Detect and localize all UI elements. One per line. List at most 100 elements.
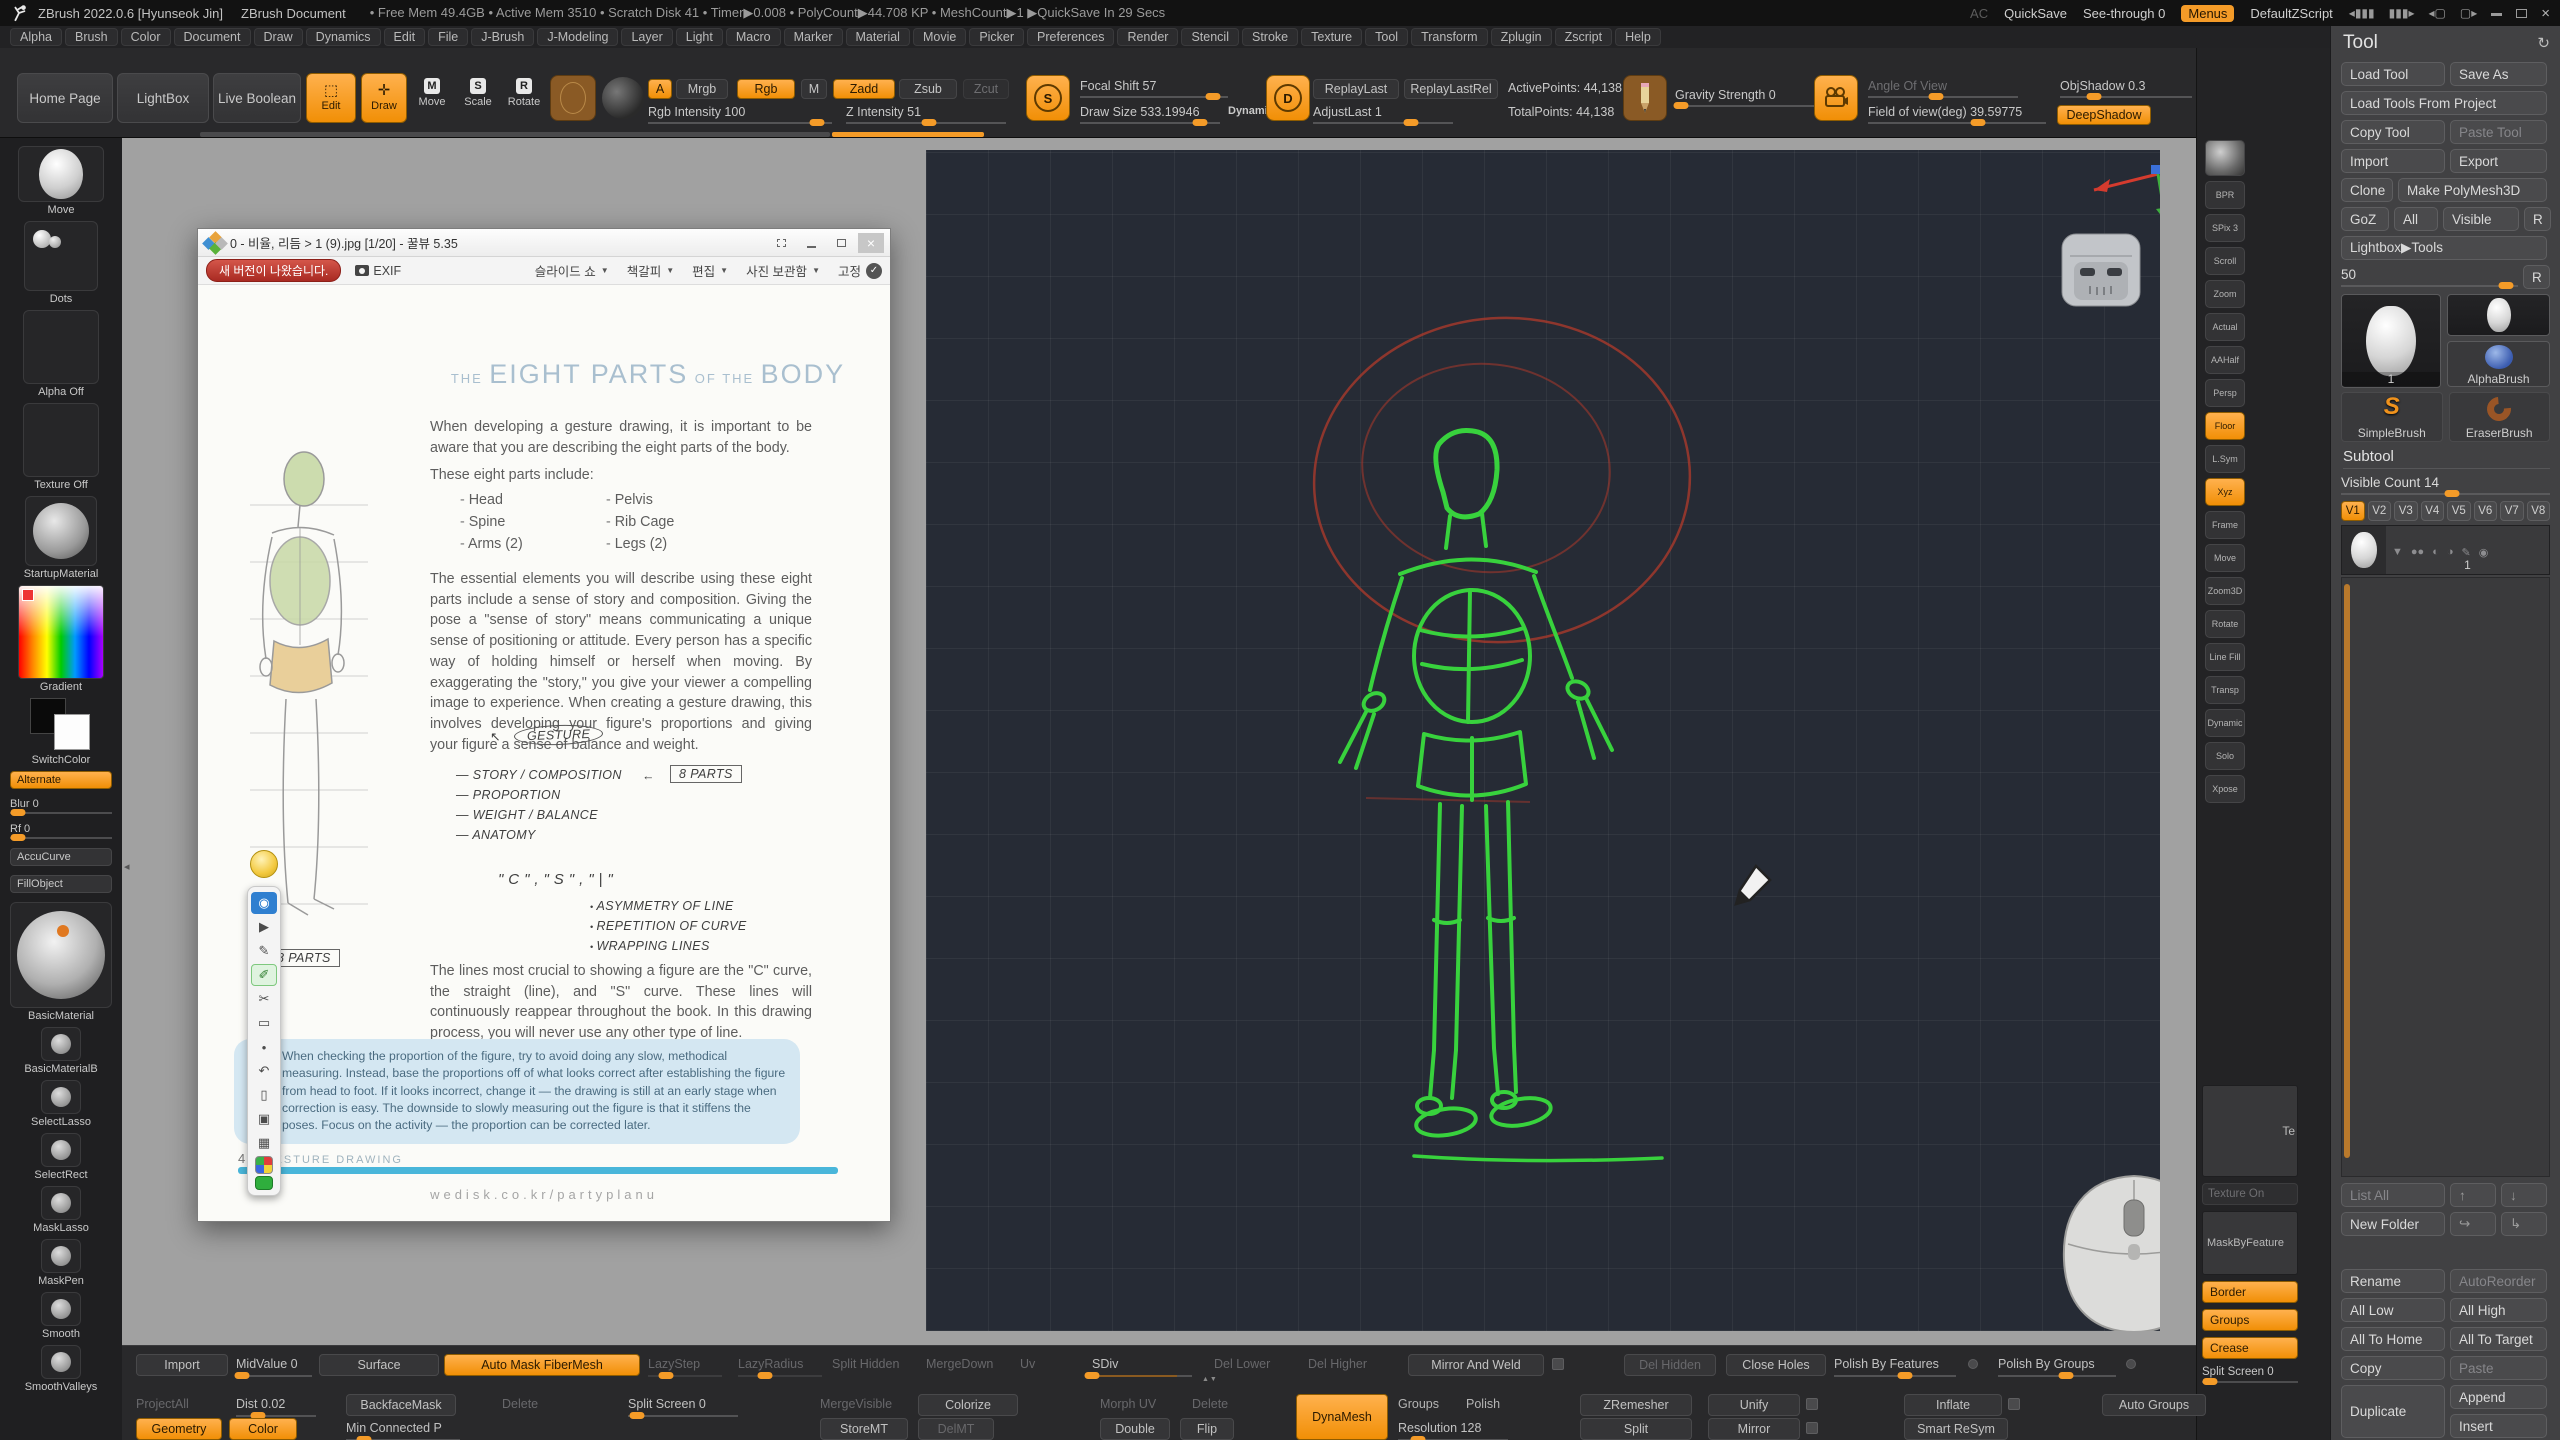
menu-item[interactable]: Brush xyxy=(65,28,118,46)
mrgb-button[interactable]: Mrgb xyxy=(676,79,728,99)
tool-panel-button[interactable]: All Low xyxy=(2341,1298,2445,1322)
replay-last-button[interactable]: ReplayLast xyxy=(1313,79,1399,99)
texture-thumbnail[interactable]: Te xyxy=(2202,1085,2298,1177)
bottom-shelf-control[interactable]: Uv xyxy=(1020,1354,1035,1374)
workspace[interactable]: 0 - 비율, 리듬 > 1 (9).jpg [1/20] - 꿀뷰 5.35 … xyxy=(122,138,2196,1345)
bottom-shelf-control[interactable]: Del Lower xyxy=(1214,1354,1270,1374)
subtool-view-tab[interactable]: V6 xyxy=(2474,501,2498,521)
menu-item[interactable]: Texture xyxy=(1301,28,1362,46)
bottom-shelf-control[interactable]: Split Hidden xyxy=(832,1354,899,1374)
draw-size-icon-button[interactable]: D xyxy=(1266,75,1310,121)
left-shelf-item[interactable]: Blur 0 xyxy=(10,798,112,818)
subtool-view-tab[interactable]: V2 xyxy=(2368,501,2392,521)
bottom-shelf-control[interactable]: Import xyxy=(136,1354,228,1376)
menu-item[interactable]: Movie xyxy=(913,28,966,46)
see-through-slider[interactable]: See-through 0 xyxy=(2083,6,2165,21)
bottom-shelf-control[interactable]: Del Higher xyxy=(1308,1354,1367,1374)
tool-panel-button[interactable]: All To Home xyxy=(2341,1327,2445,1351)
shaded-icon[interactable]: ◐ xyxy=(2432,546,2439,558)
bottom-shelf-control[interactable]: Smart ReSym xyxy=(1904,1418,2008,1440)
bottom-shelf-control[interactable]: LazyStep xyxy=(648,1354,722,1377)
draw-mode-button[interactable]: ✛Draw xyxy=(361,73,407,123)
left-shelf-button[interactable]: FillObject xyxy=(10,875,112,893)
draw-size-slider[interactable]: Draw Size 533.19946 xyxy=(1080,105,1220,124)
bottom-shelf-control[interactable]: DelMT xyxy=(918,1418,994,1440)
bottom-shelf-control[interactable]: Mirror xyxy=(1708,1418,1800,1440)
mode-dot[interactable] xyxy=(1968,1359,1978,1369)
zadd-button[interactable]: Zadd xyxy=(833,79,895,99)
frame-button[interactable]: Frame xyxy=(2205,511,2245,539)
image-viewer-window[interactable]: 0 - 비율, 리듬 > 1 (9).jpg [1/20] - 꿀뷰 5.35 … xyxy=(197,228,891,1222)
live-boolean-button[interactable]: Live Boolean xyxy=(213,73,301,123)
shelf-divider-left-icon[interactable]: ◂▮▮▮ xyxy=(2349,6,2375,20)
tool-panel-button[interactable]: Clone xyxy=(2341,178,2393,202)
bottom-shelf-control[interactable]: Geometry xyxy=(136,1418,222,1440)
highlighter-icon[interactable]: ✐ xyxy=(251,964,277,986)
bottom-shelf-control[interactable]: SDiv xyxy=(1092,1354,1192,1377)
screenshot-icon[interactable]: ▣ xyxy=(251,1108,277,1130)
viewer-menu[interactable]: 슬라이드 쇼▼ xyxy=(535,261,609,280)
viewer-titlebar[interactable]: 0 - 비율, 리듬 > 1 (9).jpg [1/20] - 꿀뷰 5.35 … xyxy=(198,229,890,257)
aahalf-button[interactable]: AAHalf xyxy=(2205,346,2245,374)
left-shelf-item[interactable]: MaskLasso xyxy=(33,1186,89,1234)
left-shelf-item[interactable]: StartupMaterial xyxy=(24,496,99,580)
tool-panel-button[interactable]: All xyxy=(2394,207,2438,231)
menu-item[interactable]: Document xyxy=(174,28,251,46)
bottom-shelf-control[interactable]: Inflate xyxy=(1904,1394,2002,1416)
bottom-shelf-control[interactable]: Resolution 128 xyxy=(1398,1418,1508,1440)
alpha-thumbnail[interactable] xyxy=(602,77,644,119)
alpha-badge[interactable]: A xyxy=(648,79,672,99)
tool-panel-button[interactable]: Load Tool xyxy=(2341,62,2445,86)
tool-panel-button[interactable]: Make PolyMesh3D xyxy=(2398,178,2547,202)
pin-toggle[interactable]: 고정✓ xyxy=(838,261,882,280)
eraserbrush-thumbnail[interactable]: EraserBrush xyxy=(2449,392,2551,442)
bottom-shelf-control[interactable]: Dist 0.02 xyxy=(236,1394,316,1417)
lightbulb-icon[interactable] xyxy=(250,850,278,878)
tool-panel-button[interactable]: ↑ xyxy=(2450,1183,2496,1207)
eye-icon[interactable]: ◉ xyxy=(2479,546,2489,559)
toggle-dot[interactable] xyxy=(1806,1422,1818,1434)
lightbox-tools-slider[interactable]: 50 xyxy=(2341,265,2518,289)
restore-button[interactable] xyxy=(2516,9,2527,18)
bottom-shelf-control[interactable]: Delete xyxy=(502,1394,538,1414)
menu-item[interactable]: J-Modeling xyxy=(537,28,618,46)
left-shelf-item[interactable]: AccuCurve xyxy=(10,848,112,870)
zsub-button[interactable]: Zsub xyxy=(899,79,957,99)
lightbox-button[interactable]: LightBox xyxy=(117,73,209,123)
toggle-dot[interactable] xyxy=(1552,1358,1564,1370)
close-button[interactable]: × xyxy=(2541,5,2550,22)
doc-next-icon[interactable]: ▢▸ xyxy=(2460,6,2477,20)
zcut-button[interactable]: Zcut xyxy=(963,79,1009,99)
current-tool-preview[interactable]: 1 xyxy=(2341,294,2441,388)
bottom-shelf-control[interactable]: Groups xyxy=(1398,1394,1439,1414)
tool-panel-button[interactable]: List All xyxy=(2341,1183,2445,1207)
update-notice-button[interactable]: 새 버전이 나왔습니다. xyxy=(206,259,341,282)
ghost-icon[interactable]: ◑ xyxy=(2447,546,2454,558)
green-swatch-icon[interactable] xyxy=(255,1176,273,1190)
bottom-shelf-control[interactable]: Split Screen 0 xyxy=(628,1394,738,1417)
stroke-thumbnail[interactable] xyxy=(550,75,596,121)
gallery-icon[interactable]: ▦ xyxy=(251,1132,277,1154)
mode-dot[interactable] xyxy=(2126,1359,2136,1369)
subtool-section-header[interactable]: Subtool xyxy=(2343,448,2550,469)
menu-item[interactable]: Dynamics xyxy=(306,28,381,46)
angle-of-view-slider[interactable]: Angle Of View xyxy=(1868,79,2018,98)
material-sphere-thumb[interactable] xyxy=(2205,140,2245,176)
spix-slider[interactable]: SPix 3 xyxy=(2205,214,2245,242)
left-shelf-slider[interactable]: Rf 0 xyxy=(10,823,112,839)
move-mode-button[interactable]: MMove xyxy=(410,78,454,108)
insert-button[interactable]: Insert xyxy=(2450,1414,2547,1438)
refresh-icon[interactable]: ↻ xyxy=(2537,34,2550,52)
bottom-shelf-control[interactable]: Morph UV xyxy=(1100,1394,1156,1414)
viewer-menu[interactable]: 사진 보관함▼ xyxy=(746,261,820,280)
polypaint-icon[interactable]: ●● xyxy=(2411,546,2424,558)
subtool-view-tab[interactable]: V8 xyxy=(2527,501,2551,521)
left-shelf-item[interactable]: Smooth xyxy=(41,1292,81,1340)
left-shelf-item[interactable]: SwitchColor xyxy=(26,698,96,766)
menu-item[interactable]: Transform xyxy=(1411,28,1488,46)
menu-item[interactable]: Marker xyxy=(784,28,843,46)
left-shelf-item[interactable]: MaskPen xyxy=(38,1239,84,1287)
rgb-button[interactable]: Rgb xyxy=(737,79,795,99)
shelf-row-handle[interactable]: ▲▼ xyxy=(1202,1376,1218,1383)
left-shelf-item[interactable]: Move xyxy=(18,146,104,216)
